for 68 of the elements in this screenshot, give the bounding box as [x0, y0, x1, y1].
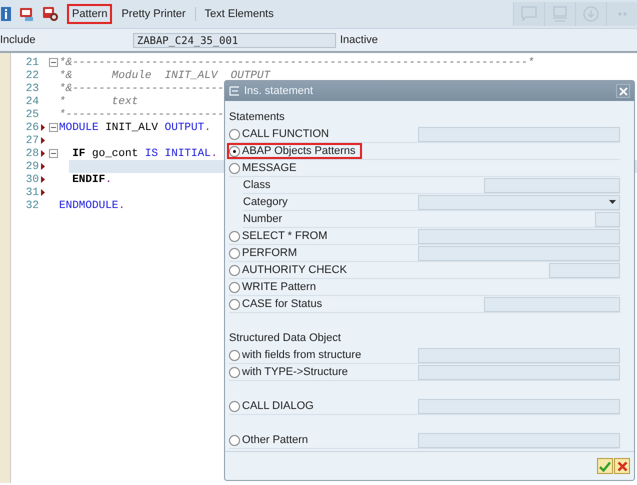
line-number: 27 [24, 134, 39, 146]
toolbar-button[interactable]: Text Elements [200, 4, 279, 24]
info-icon[interactable] [1, 7, 11, 21]
code-line: MODULE INIT_ALV OUTPUT. [59, 122, 211, 134]
input-field[interactable] [418, 246, 620, 260]
radio-option[interactable]: CASE for Status [227, 296, 328, 312]
monitor-icon[interactable] [19, 6, 35, 22]
radio-option[interactable]: CALL DIALOG [227, 398, 320, 414]
code-line: ENDIF. [71, 174, 112, 186]
code-line: *------------------------ [59, 108, 224, 120]
radio-option[interactable]: WRITE Pattern [227, 279, 322, 295]
field-label: Class [243, 179, 271, 191]
line-number: 30 [24, 174, 39, 186]
line-number: 24 [24, 96, 39, 108]
toolbar-button[interactable]: Pretty Printer [116, 4, 191, 24]
ok-button[interactable] [597, 458, 613, 474]
line-number: 22 [24, 70, 39, 82]
cancel-button[interactable] [614, 458, 630, 474]
line-number: 28 [24, 148, 39, 160]
code-line: *& Module INIT_ALV OUTPUT [59, 70, 270, 82]
code-line: IF go_cont IS INITIAL. [71, 148, 218, 160]
line-number: 31 [24, 186, 39, 198]
include-label: Include [0, 34, 36, 46]
input-field[interactable] [418, 126, 620, 142]
radio-option[interactable]: with TYPE->Structure [227, 364, 354, 380]
input-field[interactable] [418, 228, 620, 244]
dialog-title: Ins. statement [244, 85, 314, 97]
field-label: Number [243, 213, 282, 225]
line-number: 32 [24, 200, 39, 212]
radio-option[interactable]: AUTHORITY CHECK [227, 262, 353, 278]
line-number: 21 [24, 56, 39, 68]
input-field[interactable] [418, 432, 620, 448]
input-field[interactable] [418, 398, 620, 414]
window-icon [229, 86, 240, 96]
collapse-icon[interactable] [48, 149, 58, 158]
document-icon[interactable] [43, 6, 59, 22]
section-heading: Statements [229, 110, 286, 125]
radio-option[interactable]: MESSAGE [227, 160, 302, 176]
input-field[interactable] [418, 364, 620, 380]
status-text: Inactive [340, 34, 378, 46]
toolbar-button[interactable]: Pattern [67, 4, 112, 24]
line-number: 23 [24, 82, 39, 94]
close-button[interactable] [616, 84, 630, 98]
radio-option[interactable]: CALL FUNCTION [227, 126, 335, 142]
include-field: ZABAP_C24_35_001 [133, 32, 336, 48]
code-line: *&----------------------- [59, 82, 224, 94]
section-heading: Structured Data Object [229, 331, 342, 346]
input-field[interactable] [418, 348, 620, 362]
field-label: Category [243, 196, 288, 208]
radio-option[interactable]: ABAP Objects Patterns [227, 143, 362, 159]
radio-option[interactable]: Other Pattern [227, 432, 314, 448]
collapse-icon[interactable] [48, 58, 58, 67]
input-field[interactable] [549, 262, 620, 278]
input-field[interactable] [484, 296, 620, 312]
radio-option[interactable]: with fields from structure [227, 347, 368, 363]
code-line: * text [59, 96, 138, 108]
line-number: 26 [24, 122, 39, 134]
collapse-icon[interactable] [48, 123, 58, 132]
code-line: *&---------------------------------------------------------------------* [59, 56, 534, 68]
input-field[interactable] [484, 178, 620, 192]
code-line: ENDMODULE. [59, 200, 126, 212]
line-number: 29 [24, 160, 39, 172]
caret-icon[interactable] [609, 200, 616, 204]
dropdown-field[interactable] [418, 194, 620, 210]
radio-option[interactable]: SELECT * FROM [227, 228, 334, 244]
radio-option[interactable]: PERFORM [227, 245, 303, 261]
input-field[interactable] [595, 212, 620, 226]
line-number: 25 [24, 108, 39, 120]
